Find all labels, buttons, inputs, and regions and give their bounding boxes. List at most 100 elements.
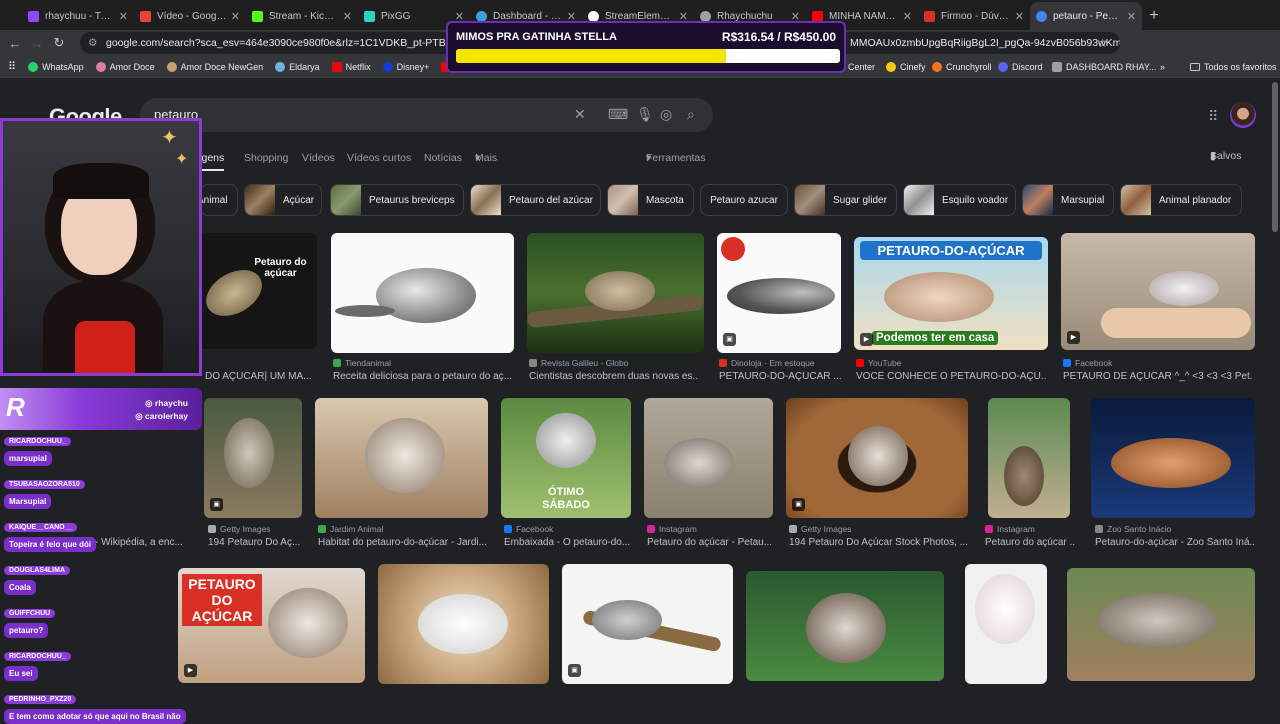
chip-animal-planador[interactable]: Animal planador — [1120, 184, 1242, 216]
instagram-icon — [985, 525, 993, 533]
result-image[interactable] — [331, 233, 514, 353]
search-icon[interactable]: ⌕ — [687, 106, 695, 123]
result-image[interactable]: Petauro do açúcar — [200, 233, 317, 349]
logo-mark: R — [6, 392, 25, 422]
close-icon[interactable]: ✕ — [119, 10, 128, 23]
scrollbar[interactable] — [1272, 82, 1278, 232]
chip-petauro-del-azucar[interactable]: Petauro del azúcar — [470, 184, 601, 216]
google-icon — [140, 10, 151, 22]
result-image[interactable]: PETAURO-DO-AÇÚCAR Podemos ter em casa ▶ — [854, 237, 1048, 350]
bookmark-crunchyroll[interactable]: Crunchyroll — [932, 56, 992, 78]
result-image[interactable] — [965, 564, 1047, 684]
result-image[interactable]: ▣ — [717, 233, 841, 353]
reload-icon[interactable]: ↻ — [48, 35, 70, 51]
heart-icon — [95, 61, 106, 72]
result-caption[interactable]: Receita deliciosa para o petauro do aç..… — [333, 371, 513, 382]
play-icon: ▶ — [1067, 331, 1080, 344]
result-image[interactable]: ▶ — [1061, 233, 1255, 350]
tab[interactable]: rhaychuu - Twitch✕ — [22, 2, 134, 30]
clear-icon[interactable]: ✕ — [574, 106, 586, 123]
new-tab-button[interactable]: + — [1142, 2, 1166, 30]
tab-shopping[interactable]: Shopping — [244, 152, 288, 164]
bookmark-cinefy[interactable]: Cinefy — [886, 56, 926, 78]
apps-icon[interactable]: ⠿ — [8, 60, 16, 73]
bookmark-star-icon[interactable]: ☆ — [1097, 32, 1108, 54]
result-image[interactable]: ▣ — [562, 564, 733, 684]
result-caption[interactable]: Petauro do açúcar - Petau... — [647, 537, 775, 548]
chip-marsupial[interactable]: Marsupial — [1022, 184, 1114, 216]
close-icon[interactable]: ✕ — [343, 10, 352, 23]
result-caption[interactable]: Cientistas descobrem duas novas es... — [529, 371, 699, 382]
tab-short-videos[interactable]: Vídeos curtos — [347, 152, 411, 164]
social-instagram: ◎ carolerhay — [135, 411, 188, 421]
result-image[interactable] — [746, 571, 944, 681]
result-caption[interactable]: DO AÇÚCAR| UM MA... — [205, 371, 317, 382]
close-icon[interactable]: ✕ — [1015, 10, 1024, 23]
lens-icon[interactable]: ◎ — [660, 106, 672, 123]
mic-icon[interactable]: 🎙 — [636, 106, 654, 123]
result-image[interactable] — [1091, 398, 1255, 518]
chip-esquilo-voador[interactable]: Esquilo voador — [903, 184, 1016, 216]
google-apps-icon[interactable]: ⠿ — [1208, 108, 1218, 125]
result-caption[interactable]: Habitat do petauro-do-açúcar - Jardi... — [318, 537, 488, 548]
chip-thumbnail — [1121, 185, 1151, 215]
back-icon[interactable]: ← — [4, 36, 26, 51]
result-caption[interactable]: VOCÊ CONHECE O PETAURO-DO-AÇÚ... — [856, 371, 1046, 382]
account-avatar[interactable] — [1230, 102, 1256, 128]
result-caption[interactable]: Petauro do açúcar ... — [985, 537, 1075, 548]
chip-thumbnail — [331, 185, 361, 215]
result-caption[interactable]: Petauro-do-açúcar - Zoo Santo Iná... — [1095, 537, 1255, 548]
close-icon[interactable]: ✕ — [903, 10, 912, 23]
bookmark-eldarya[interactable]: Eldarya — [275, 61, 320, 72]
chip-petaurus-breviceps[interactable]: Petaurus breviceps — [330, 184, 464, 216]
bookmark-amor-doce[interactable]: Amor Doce — [95, 61, 155, 72]
tab-news[interactable]: Notícias — [424, 152, 462, 164]
chip-petauro-azucar[interactable]: Petauro azucar — [700, 184, 788, 216]
bookmark-dashboard[interactable]: DASHBOARD RHAY... — [1052, 56, 1156, 78]
result-image[interactable] — [527, 233, 704, 353]
tab-active[interactable]: petauro - Pesquisa✕ — [1030, 2, 1142, 30]
donation-goal-widget: MIMOS PRA GATINHA STELLA R$316.54 / R$45… — [446, 21, 846, 73]
result-image[interactable]: ▣ — [204, 398, 302, 518]
chip-sugar-glider[interactable]: Sugar glider — [794, 184, 897, 216]
result-image[interactable] — [644, 398, 773, 518]
close-icon[interactable]: ✕ — [231, 10, 240, 23]
result-image[interactable] — [988, 398, 1070, 518]
result-image[interactable] — [1067, 568, 1255, 681]
keyboard-icon[interactable]: ⌨ — [608, 106, 628, 123]
result-image[interactable]: ÓTIMO SÁBADO — [501, 398, 631, 518]
tab-videos[interactable]: Vídeos — [302, 152, 335, 164]
result-caption[interactable]: Embaixada - O petauro-do... — [504, 537, 632, 548]
chip-mascota[interactable]: Mascota — [607, 184, 694, 216]
all-bookmarks[interactable]: Todos os favoritos — [1190, 56, 1277, 78]
result-image[interactable] — [315, 398, 488, 518]
bookmark-disney[interactable]: Disney+ — [382, 61, 429, 72]
tab[interactable]: Firmoo - Dúvida ✕ — [918, 2, 1030, 30]
cinefy-icon — [886, 62, 896, 72]
search-box[interactable]: petauro ✕ ⌨ 🎙 ◎ ⌕ — [140, 98, 713, 132]
close-icon[interactable]: ✕ — [1127, 10, 1136, 23]
tab[interactable]: Vídeo - Google F ✕ — [134, 2, 246, 30]
bookmark-netflix[interactable]: Netflix — [331, 61, 371, 72]
result-caption[interactable]: PETAURO DE AÇÚCAR ^_^ <3 <3 <3 Pet... — [1063, 371, 1253, 382]
tab[interactable]: Stream - Kick Das✕ — [246, 2, 358, 30]
forward-icon[interactable]: → — [26, 36, 48, 51]
result-caption[interactable]: 194 Petauro Do Aç... — [208, 537, 304, 548]
result-image[interactable]: ▣ — [786, 398, 968, 518]
bookmark-discord[interactable]: Discord — [998, 56, 1043, 78]
result-caption[interactable]: 194 Petauro Do Açúcar Stock Photos, ... — [789, 537, 969, 548]
bookmark-amor-doce-newgen[interactable]: Amor Doce NewGen — [166, 61, 263, 72]
result-image[interactable] — [378, 564, 549, 684]
bookmark-whatsapp[interactable]: WhatsApp — [28, 61, 84, 72]
chat-message: GUIFFCHUU petauro? — [4, 602, 56, 638]
chip-animal[interactable]: Animal — [200, 184, 238, 216]
chevron-right-icon[interactable]: » — [1160, 56, 1165, 78]
result-image[interactable]: PETAURO DO AÇÚCAR ▶ — [178, 568, 365, 683]
result-caption[interactable]: PETAURO-DO-AÇÚCAR ... — [719, 371, 843, 382]
bookmark-center[interactable]: Center — [848, 56, 875, 78]
chip-acucar[interactable]: Açúcar — [244, 184, 322, 216]
result-caption[interactable]: - Wikipédia, a enc... — [95, 537, 195, 548]
site-info-icon[interactable]: ⚙ — [88, 32, 97, 54]
result-source: Facebook — [504, 524, 553, 534]
chevron-down-icon: ▾ — [646, 152, 652, 164]
